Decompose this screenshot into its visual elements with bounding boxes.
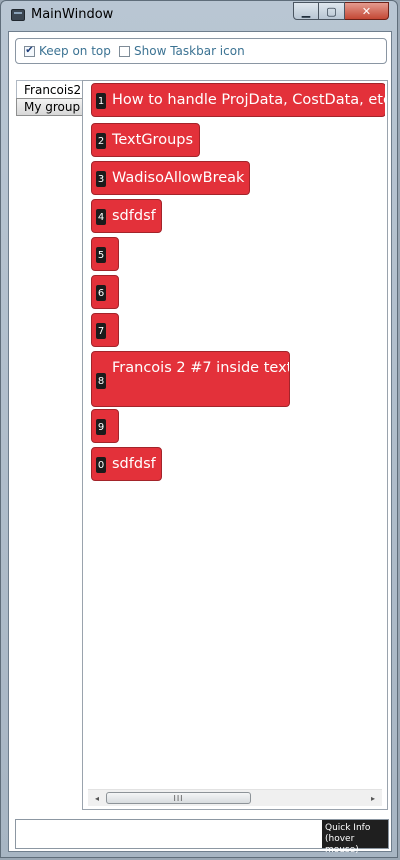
item-number: 6 xyxy=(96,285,106,301)
tab-my-group[interactable]: My group xyxy=(16,98,86,116)
item-number: 9 xyxy=(96,419,106,435)
quick-info-hint: (hover mouse) xyxy=(325,834,359,855)
quick-info-box[interactable]: Quick Info (hover mouse) xyxy=(322,820,388,855)
keep-on-top-option[interactable]: ✔ Keep on top xyxy=(24,44,111,58)
show-taskbar-option[interactable]: Show Taskbar icon xyxy=(119,44,245,58)
scroll-left-icon[interactable]: ◂ xyxy=(89,791,105,805)
item-text: sdfdsf xyxy=(112,456,156,472)
maximize-button[interactable]: ▢ xyxy=(319,2,345,20)
quick-info-title: Quick Info xyxy=(325,823,371,833)
status-bar: Quick Info (hover mouse) xyxy=(15,819,389,855)
window-controls: ▁ ▢ ✕ xyxy=(293,2,389,20)
keep-on-top-checkbox[interactable]: ✔ xyxy=(24,45,35,57)
list-item[interactable]: 0 sdfdsf xyxy=(91,447,162,481)
item-text: TextGroups xyxy=(112,132,194,148)
item-number: 5 xyxy=(96,247,106,263)
list-item[interactable]: 6 xyxy=(91,275,119,309)
options-group: ✔ Keep on top Show Taskbar icon xyxy=(15,38,387,64)
close-button[interactable]: ✕ xyxy=(345,2,389,20)
check-icon: ✔ xyxy=(25,45,34,56)
item-number: 8 xyxy=(96,373,106,389)
scroll-right-icon[interactable]: ▸ xyxy=(365,791,381,805)
item-number: 3 xyxy=(96,171,106,187)
maximize-icon: ▢ xyxy=(326,4,337,18)
group-tabs: Francois2 My group xyxy=(16,80,86,116)
list-item[interactable]: 3 WadisoAllowBreak xyxy=(91,161,250,195)
client-area: ✔ Keep on top Show Taskbar icon Francois… xyxy=(8,31,392,855)
items-list: 1 How to handle ProjData, CostData, etc … xyxy=(88,83,385,789)
item-number: 7 xyxy=(96,323,106,339)
list-item[interactable]: 7 xyxy=(91,313,119,347)
main-window: MainWindow ▁ ▢ ✕ ✔ Keep on top Show Task… xyxy=(0,0,398,858)
list-item[interactable]: 9 xyxy=(91,409,119,443)
item-number: 1 xyxy=(96,93,106,109)
close-icon: ✕ xyxy=(361,4,372,18)
list-item[interactable]: 8 Francois 2 #7 inside text xyxy=(91,351,290,407)
item-text: How to handle ProjData, CostData, etc xyxy=(112,92,385,108)
item-number: 2 xyxy=(96,133,106,149)
list-item[interactable]: 2 TextGroups xyxy=(91,123,200,157)
keep-on-top-label: Keep on top xyxy=(39,44,111,58)
list-item[interactable]: 1 How to handle ProjData, CostData, etc xyxy=(91,83,385,117)
item-number: 4 xyxy=(96,209,106,225)
tab-francois2[interactable]: Francois2 xyxy=(16,80,86,98)
show-taskbar-checkbox[interactable] xyxy=(119,45,130,57)
horizontal-scrollbar[interactable]: ◂ III ▸ xyxy=(88,789,382,806)
list-item[interactable]: 4 sdfdsf xyxy=(91,199,162,233)
item-text: Francois 2 #7 inside text xyxy=(112,360,290,376)
scrollbar-thumb[interactable]: III xyxy=(106,792,251,804)
window-title: MainWindow xyxy=(31,7,114,22)
item-text: sdfdsf xyxy=(112,208,156,224)
item-number: 0 xyxy=(96,457,106,473)
minimize-button[interactable]: ▁ xyxy=(293,2,319,20)
show-taskbar-label: Show Taskbar icon xyxy=(134,44,245,58)
item-text: WadisoAllowBreak xyxy=(112,170,245,186)
minimize-icon: ▁ xyxy=(301,4,311,18)
list-item[interactable]: 5 xyxy=(91,237,119,271)
title-bar[interactable]: MainWindow ▁ ▢ ✕ xyxy=(1,1,397,25)
items-panel: 1 How to handle ProjData, CostData, etc … xyxy=(82,80,388,810)
app-window-icon xyxy=(11,9,25,21)
